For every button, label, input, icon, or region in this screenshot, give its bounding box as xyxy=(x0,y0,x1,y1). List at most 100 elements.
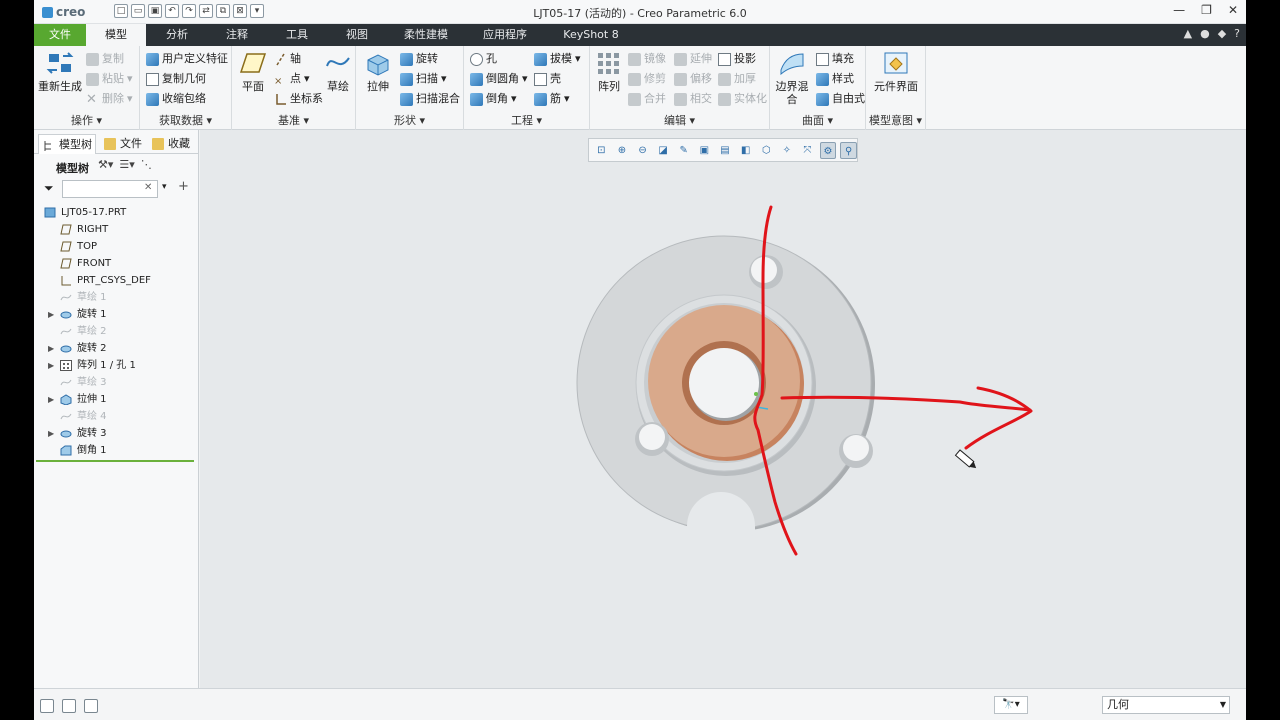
intersect-button[interactable]: 相交 xyxy=(674,90,712,108)
tab-analysis[interactable]: 分析 xyxy=(154,24,200,46)
udf-button[interactable]: 用户定义特征 xyxy=(146,50,228,68)
style-button[interactable]: 样式 xyxy=(816,70,854,88)
solidify-button[interactable]: 实体化 xyxy=(718,90,767,108)
tree-insert-indicator[interactable] xyxy=(36,460,194,462)
sketch-button[interactable]: 草绘 xyxy=(322,50,354,93)
tab-favorites[interactable]: 收藏 xyxy=(148,134,194,154)
csys-button[interactable]: 坐标系 xyxy=(274,90,323,108)
tree-settings-icon[interactable]: ⚒▾ xyxy=(98,158,113,171)
tree-node[interactable]: 草绘 1 xyxy=(34,289,199,306)
freestyle-button[interactable]: 自由式 xyxy=(816,90,865,108)
graphics-window[interactable]: ⊡ ⊕ ⊖ ◪ ✎ ▣ ▤ ◧ ⬡ ✧ ⤧ ⚙ ⚲ xyxy=(200,130,1246,688)
search-dropdown-icon[interactable]: ▾ xyxy=(162,182,167,192)
surfaces-group-label[interactable]: 曲面 ▾ xyxy=(770,112,865,128)
plane-button[interactable]: 平面 xyxy=(236,50,270,93)
tab-view[interactable]: 视图 xyxy=(334,24,380,46)
tree-node[interactable]: ▶ 旋转 3 xyxy=(34,425,199,442)
boundary-blend-button[interactable]: 边界混合 xyxy=(772,50,812,106)
help-icon[interactable]: ? xyxy=(1234,27,1240,40)
expand-arrow-icon[interactable]: ▶ xyxy=(48,391,54,408)
tree-header-label[interactable]: 模型树 xyxy=(56,160,89,176)
paste-button[interactable]: 粘贴 ▾ xyxy=(86,70,133,88)
point-button[interactable]: × 点 ▾ xyxy=(274,70,310,88)
tab-model[interactable]: 模型 xyxy=(86,24,146,46)
selection-filter-select[interactable]: 几何 ▼ xyxy=(1102,696,1230,714)
creo-window: creo □ ▭ ▣ ↶ ↷ ⇄ ⧉ ⊠ ▾ LJT05-17 (活动的) - … xyxy=(34,0,1246,720)
tab-tools[interactable]: 工具 xyxy=(274,24,320,46)
round-button[interactable]: 倒圆角 ▾ xyxy=(470,70,528,88)
minimize-button[interactable]: — xyxy=(1173,3,1185,17)
extend-button[interactable]: 延伸 xyxy=(674,50,712,68)
collapse-ribbon-icon[interactable]: ▲ xyxy=(1184,27,1192,40)
swept-blend-button[interactable]: 扫描混合 xyxy=(400,90,460,108)
browser-toggle-icon[interactable] xyxy=(62,699,76,713)
shell-button[interactable]: 壳 xyxy=(534,70,561,88)
shrinkwrap-button[interactable]: 收缩包络 xyxy=(146,90,206,108)
hole-button[interactable]: 孔 xyxy=(470,50,497,68)
tab-file-browser[interactable]: 文件 xyxy=(100,134,144,154)
project-button[interactable]: 投影 xyxy=(718,50,756,68)
flange-part[interactable] xyxy=(576,235,875,542)
operations-group-label[interactable]: 操作 ▾ xyxy=(34,112,139,128)
extrude-button[interactable]: 拉伸 xyxy=(360,50,396,93)
restore-button[interactable]: ❐ xyxy=(1201,3,1212,17)
add-filter-icon[interactable]: + xyxy=(178,179,189,194)
merge-button[interactable]: 合并 xyxy=(628,90,666,108)
get-data-group-label[interactable]: 获取数据 ▾ xyxy=(140,112,231,128)
tree-node[interactable]: 草绘 3 xyxy=(34,374,199,391)
shapes-group-label[interactable]: 形状 ▾ xyxy=(356,112,463,128)
tab-keyshot[interactable]: KeyShot 8 xyxy=(556,24,626,46)
rib-button[interactable]: 筋 ▾ xyxy=(534,90,570,108)
draft-button[interactable]: 拔模 ▾ xyxy=(534,50,581,68)
tree-node[interactable]: PRT_CSYS_DEF xyxy=(34,272,199,289)
tab-annotate[interactable]: 注释 xyxy=(214,24,260,46)
navigator-toggle-icon[interactable] xyxy=(40,699,54,713)
tree-filter-icon[interactable]: ⋱ xyxy=(141,158,152,171)
tree-node[interactable]: ▶ 拉伸 1 xyxy=(34,391,199,408)
expand-arrow-icon[interactable]: ▶ xyxy=(48,340,54,357)
tree-node[interactable]: RIGHT xyxy=(34,221,199,238)
copy-geometry-button[interactable]: 复制几何 xyxy=(146,70,206,88)
find-button[interactable]: 🔭▾ xyxy=(994,696,1028,714)
component-interface-button[interactable]: 元件界面 xyxy=(872,50,920,93)
regenerate-button[interactable]: 重新生成 xyxy=(38,50,82,93)
tree-node[interactable]: ▶ 旋转 2 xyxy=(34,340,199,357)
expand-arrow-icon[interactable]: ▶ xyxy=(48,357,54,374)
revolve-button[interactable]: 旋转 xyxy=(400,50,438,68)
datum-group-label[interactable]: 基准 ▾ xyxy=(232,112,355,128)
sweep-button[interactable]: 扫描 ▾ xyxy=(400,70,447,88)
full-screen-icon[interactable] xyxy=(84,699,98,713)
expand-arrow-icon[interactable]: ▶ xyxy=(48,425,54,442)
settings-icon[interactable]: ● xyxy=(1200,27,1210,40)
engineering-group-label[interactable]: 工程 ▾ xyxy=(464,112,589,128)
thicken-button[interactable]: 加厚 xyxy=(718,70,756,88)
tree-root-node[interactable]: LJT05-17.PRT xyxy=(34,204,199,221)
tree-node[interactable]: 草绘 4 xyxy=(34,408,199,425)
tab-flexible-modeling[interactable]: 柔性建模 xyxy=(396,24,456,46)
editing-group-label[interactable]: 编辑 ▾ xyxy=(590,112,769,128)
customize-icon[interactable]: ◆ xyxy=(1218,27,1226,40)
pattern-button[interactable]: 阵列 xyxy=(594,50,624,93)
tree-node[interactable]: FRONT xyxy=(34,255,199,272)
expand-arrow-icon[interactable]: ▶ xyxy=(48,306,54,323)
tree-show-icon[interactable]: ☰▾ xyxy=(119,158,134,171)
tree-node[interactable]: 倒角 1 xyxy=(34,442,199,459)
tab-model-tree[interactable]: 模型树 xyxy=(38,134,96,154)
tab-file[interactable]: 文件 xyxy=(34,24,86,46)
delete-button[interactable]: ✕ 删除 ▾ xyxy=(86,90,133,108)
model-intent-group-label[interactable]: 模型意图 ▾ xyxy=(866,112,925,128)
fill-button[interactable]: 填充 xyxy=(816,50,854,68)
close-button[interactable]: ✕ xyxy=(1228,3,1238,17)
tab-applications[interactable]: 应用程序 xyxy=(474,24,536,46)
trim-button[interactable]: 修剪 xyxy=(628,70,666,88)
tree-node[interactable]: ▶ 旋转 1 xyxy=(34,306,199,323)
mirror-button[interactable]: 镜像 xyxy=(628,50,666,68)
tree-node[interactable]: ▶ 阵列 1 / 孔 1 xyxy=(34,357,199,374)
tree-node[interactable]: 草绘 2 xyxy=(34,323,199,340)
copy-button[interactable]: 复制 xyxy=(86,50,124,68)
chamfer-button[interactable]: 倒角 ▾ xyxy=(470,90,517,108)
axis-button[interactable]: 轴 xyxy=(274,50,301,68)
clear-search-icon[interactable]: ✕ xyxy=(144,182,152,193)
offset-button[interactable]: 偏移 xyxy=(674,70,712,88)
tree-node[interactable]: TOP xyxy=(34,238,199,255)
